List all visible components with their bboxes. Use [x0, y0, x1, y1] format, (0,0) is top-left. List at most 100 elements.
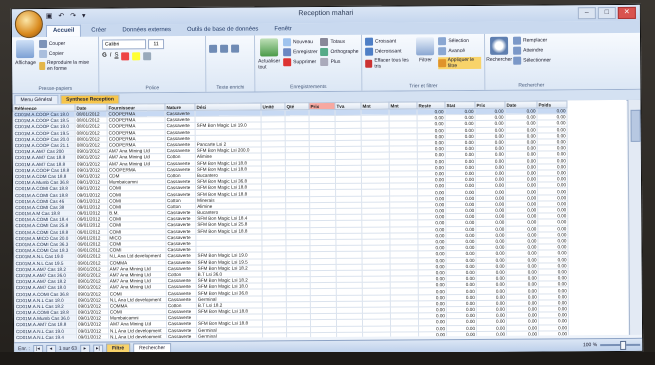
- scroll-thumb[interactable]: [630, 109, 641, 142]
- sort-desc-button[interactable]: Décroissant: [365, 47, 412, 56]
- office-button[interactable]: [14, 9, 44, 39]
- filter-button[interactable]: Filtrer: [415, 37, 435, 71]
- table-cell[interactable]: N.L Ana Ltd development: [108, 333, 167, 340]
- table-cell[interactable]: CD01M.A.COOP Cas 21.1: [13, 142, 76, 149]
- table-cell[interactable]: CD01M.A.COMI Cas 36.8: [14, 290, 77, 298]
- selection-button[interactable]: Sélection: [438, 37, 481, 46]
- table-cell[interactable]: 0.00: [476, 331, 507, 338]
- bullets-icon[interactable]: [231, 44, 240, 53]
- table-cell[interactable]: CD01M.A.N.L Cas 19.4: [14, 334, 77, 340]
- clear-sort-button[interactable]: Effacer tous les tris: [365, 57, 412, 70]
- find-label: Rechercher: [486, 56, 513, 63]
- table-cell[interactable]: 0.00: [538, 330, 569, 337]
- new-record-button[interactable]: Nouveau: [282, 38, 318, 47]
- gridlines-icon[interactable]: [143, 52, 152, 61]
- tab-accueil[interactable]: Accueil: [45, 24, 82, 37]
- format-painter-button[interactable]: Reproduire la mise en forme: [38, 60, 95, 72]
- advanced-icon: [438, 47, 447, 56]
- table-cell[interactable]: N.L Ana Ltd development: [108, 327, 167, 334]
- spelling-button[interactable]: Orthographe: [320, 47, 359, 57]
- table-cell[interactable]: [286, 338, 311, 340]
- advanced-button[interactable]: Avancé: [438, 47, 481, 56]
- table-cell[interactable]: 0.00: [418, 331, 447, 338]
- table-cell[interactable]: [286, 332, 311, 339]
- table-cell[interactable]: CD01M.A.COOP Cas 18.0: [13, 111, 76, 118]
- align-center-icon[interactable]: [220, 44, 229, 53]
- table-cell[interactable]: Cassaverte: [166, 333, 197, 340]
- delete-record-button[interactable]: Supprimer: [283, 58, 318, 67]
- toggle-filter-button[interactable]: Appliquer le filtre: [438, 56, 482, 70]
- datasheet[interactable]: Référence Date Fournisseur Nature Dési Unité Q…: [12, 99, 629, 340]
- table-cell[interactable]: CD01M.A.MICO Cas 20.0: [13, 235, 76, 242]
- highlight-icon[interactable]: [132, 52, 141, 61]
- cut-button[interactable]: Couper: [38, 39, 95, 49]
- table-cell[interactable]: 0.00: [506, 330, 539, 338]
- tab-outils-bdd[interactable]: Outils de base de données: [181, 24, 264, 36]
- spelling-label: Orthographe: [330, 48, 359, 55]
- table-cell[interactable]: CD01M.A.COMI Cas 18.8: [13, 228, 76, 236]
- table-cell[interactable]: CD01M.A.COOP Cas 18.5: [13, 117, 76, 125]
- goto-label: Atteindre: [523, 47, 544, 54]
- align-left-icon[interactable]: [209, 44, 218, 53]
- table-cell[interactable]: Germinal: [196, 332, 263, 340]
- table-cell[interactable]: [390, 331, 419, 338]
- view-button[interactable]: Affichage: [15, 40, 36, 74]
- refresh-all-button[interactable]: Actualiser tout: [258, 38, 280, 70]
- table-cell[interactable]: CD01M.A.CDM Cas 18.8: [13, 173, 76, 180]
- table-cell[interactable]: [362, 331, 391, 339]
- maximize-icon[interactable]: □: [597, 6, 616, 20]
- font-size-select[interactable]: 11: [148, 39, 165, 50]
- new-label: Nouveau: [292, 39, 314, 46]
- tab-fenetre[interactable]: Fenêtr: [268, 24, 297, 35]
- table-cell[interactable]: CD01M.A.COMI Cas 36.3: [13, 241, 76, 248]
- table-cell[interactable]: [262, 332, 287, 339]
- select-button[interactable]: Sélectionner: [513, 56, 551, 65]
- table-cell[interactable]: N.L Ana Ltd development: [108, 252, 167, 260]
- table-cell[interactable]: CD01M.A.COOP Cas 20.0: [13, 136, 76, 143]
- table-cell[interactable]: CD01M.A.COMI Cas 18.4: [13, 216, 76, 224]
- zoom-knob[interactable]: [620, 340, 627, 350]
- more-button[interactable]: Plus: [320, 57, 359, 67]
- replace-button[interactable]: Remplacer: [513, 36, 551, 45]
- tab-donnees-externes[interactable]: Données externes: [116, 25, 177, 36]
- totals-button[interactable]: Totaux: [320, 37, 358, 47]
- group-sort-filter: Croissant Décroissant Effacer tous les t…: [361, 33, 486, 91]
- window-title: Reception mahari: [298, 9, 354, 18]
- table-cell[interactable]: 09/01/2012: [76, 333, 109, 340]
- tab-menu-general[interactable]: Menu Général: [14, 94, 59, 105]
- tab-creer[interactable]: Créer: [85, 25, 112, 36]
- table-cell[interactable]: CD01M.A.COMI Cas 18.8: [13, 185, 76, 193]
- table-cell[interactable]: CD01M.A.Mumb Cas 36.8: [13, 179, 76, 186]
- table-cell[interactable]: CD01M.A.COMI Cas 18.8: [13, 191, 76, 199]
- table-cell[interactable]: CD01M.A.COOP Cas 18.8: [13, 166, 76, 174]
- underline-button[interactable]: S: [114, 52, 118, 60]
- goto-button[interactable]: Atteindre: [513, 46, 551, 55]
- copy-button[interactable]: Copier: [38, 49, 95, 59]
- sort-asc-button[interactable]: Croissant: [365, 37, 412, 46]
- table-cell[interactable]: CD01M.A.COOP Cas 19.5: [13, 129, 76, 137]
- font-color-icon[interactable]: [121, 52, 130, 61]
- tab-synthese-reception[interactable]: Synthese Reception: [60, 94, 120, 104]
- find-button[interactable]: Rechercher: [486, 36, 513, 67]
- more-icon: [320, 57, 329, 67]
- italic-button[interactable]: I: [110, 53, 112, 61]
- save-record-button[interactable]: Enregistrer: [283, 48, 318, 57]
- table-cell[interactable]: CD01M.A.Mumb Cas 36.0: [14, 315, 77, 323]
- zoom-slider[interactable]: [600, 340, 641, 350]
- vertical-scrollbar[interactable]: [627, 99, 643, 335]
- table-cell[interactable]: CD01M.A.COOP Cas 19.0: [13, 123, 76, 131]
- table-cell[interactable]: 0.00: [446, 331, 477, 338]
- sort-asc-icon: [365, 37, 374, 46]
- close-icon[interactable]: ✕: [617, 6, 636, 19]
- bold-button[interactable]: G: [102, 53, 107, 61]
- table-cell[interactable]: CD01M.A.COMI Cas 18.8: [14, 309, 77, 316]
- minimize-icon[interactable]: –: [577, 7, 596, 20]
- monitor-bezel: [0, 352, 655, 365]
- table-cell[interactable]: CD01M.A.COMI Cas 25.8: [13, 222, 76, 230]
- table-cell[interactable]: [336, 332, 363, 339]
- table-cell[interactable]: [310, 332, 337, 339]
- table-cell[interactable]: N.L Ana Ltd development: [108, 296, 167, 303]
- record-position[interactable]: 1 sur 63: [59, 346, 77, 352]
- font-name-select[interactable]: Calibri: [102, 39, 147, 50]
- table-cell[interactable]: CD01M.A.COMI Cas 18.3: [13, 247, 77, 254]
